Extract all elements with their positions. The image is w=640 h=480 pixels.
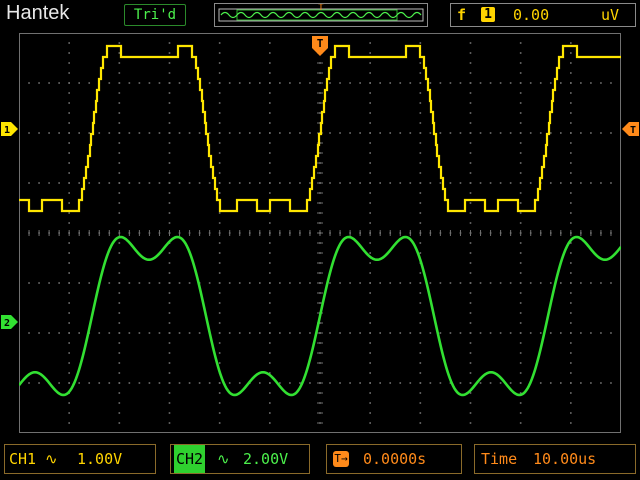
- ch2-scale: 2.00V: [243, 450, 289, 468]
- ch1-scale-box: CH1 ∿ 1.00V: [4, 444, 156, 474]
- trigger-level-unit: uV: [601, 6, 620, 24]
- top-status-bar: Hantek Tri'd T f 1 0.00 uV: [0, 0, 640, 28]
- svg-text:2: 2: [4, 318, 10, 329]
- trigger-level-value: 0.00: [513, 6, 550, 24]
- ac-coupling-icon: ∿: [45, 450, 58, 468]
- trigger-position-value: 0.0000s: [363, 450, 427, 468]
- graticule: [19, 33, 621, 433]
- trigger-info: f 1 0.00 uV: [450, 3, 636, 27]
- timebase-value: 10.00us: [533, 450, 597, 468]
- memory-window-icon: T: [218, 3, 424, 22]
- ch2-ground-marker: 2: [1, 315, 18, 329]
- svg-text:T: T: [630, 125, 636, 136]
- ac-coupling-icon: ∿: [217, 450, 230, 468]
- ch1-ground-marker: 1: [1, 122, 18, 136]
- ch1-waveform: [19, 44, 621, 213]
- trigger-point-marker: T: [318, 4, 324, 13]
- svg-text:1: 1: [4, 125, 10, 136]
- svg-text:T: T: [317, 37, 324, 50]
- trigger-position-icon: T→: [333, 451, 349, 467]
- trigger-status: Tri'd: [124, 4, 186, 26]
- memory-position-bar: T: [214, 3, 428, 27]
- trigger-time-marker: T: [312, 36, 328, 56]
- ch2-label: CH2: [174, 445, 206, 473]
- trigger-level-marker: T: [622, 122, 639, 136]
- timebase-label: Time: [481, 450, 518, 468]
- ch1-scale: 1.00V: [77, 450, 123, 468]
- bottom-status-bar: CH1 ∿ 1.00V CH2 ∿ 2.00V T→ 0.0000s Time …: [0, 442, 640, 478]
- trigger-source-badge: 1: [481, 7, 495, 22]
- ch1-label: CH1: [9, 450, 37, 468]
- brand-logo: Hantek: [6, 2, 70, 24]
- waveform-display: [19, 33, 621, 433]
- ch2-scale-box: CH2 ∿ 2.00V: [170, 444, 310, 474]
- trigger-position-box: T→ 0.0000s: [326, 444, 462, 474]
- trigger-edge-icon: f: [457, 6, 467, 24]
- timebase-box: Time 10.00us: [474, 444, 636, 474]
- ch2-waveform: [19, 235, 621, 397]
